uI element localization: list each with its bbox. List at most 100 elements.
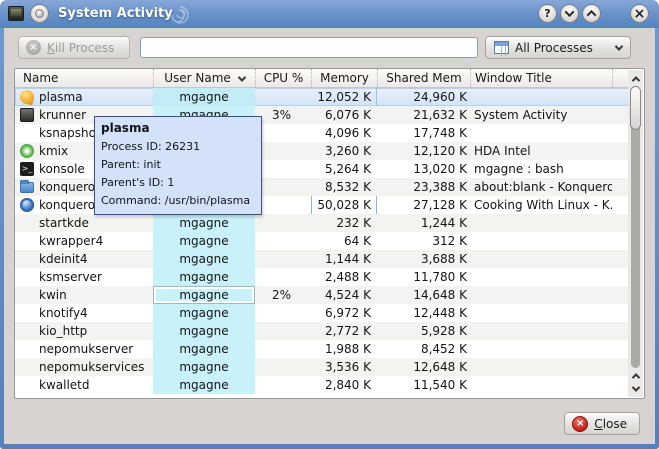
process-name: nepomukservices [39,360,144,374]
process-name-cell: kio_http [15,322,153,340]
chevron-down-icon [631,383,639,391]
scroll-up-button-bottom[interactable] [628,369,643,382]
process-table-icon [494,41,509,54]
table-row[interactable]: nepomukservermgagne1,988 K8,452 K [15,340,629,358]
window-title-cell [470,232,612,250]
close-window-button[interactable]: × [630,4,649,23]
scrollbar-thumb[interactable] [630,86,641,130]
close-button-icon: × [572,416,588,432]
system-activity-window: System Activity ? × × Kill Process All P… [0,0,659,449]
user-name-cell: mgagne [153,268,255,286]
process-name-cell: nepomukservices [15,358,153,376]
memory-cell: 232 K [311,214,377,232]
window-menu-button[interactable] [30,4,49,23]
table-row[interactable]: kwalletdmgagne2,840 K11,540 K [15,376,629,394]
column-header-name[interactable]: Name [15,69,153,87]
table-row[interactable]: ksmservermgagne2,488 K11,780 K [15,268,629,286]
table-row[interactable]: kwrapper4mgagne64 K312 K [15,232,629,250]
column-header-spacer [612,69,629,87]
cpu-cell [255,358,311,376]
cpu-cell: 3% [255,106,311,124]
process-name: krunner [39,108,86,122]
process-name: ksmserver [39,270,102,284]
process-name: plasma [39,90,83,104]
cpu-cell [255,250,311,268]
cpu-cell: 2% [255,286,311,304]
process-name: kmix [39,144,68,158]
column-header-cpu[interactable]: CPU % [255,69,311,87]
column-header-shared-mem[interactable]: Shared Mem [377,69,470,87]
table-row[interactable]: kwinmgagne2%4,524 K14,648 K [15,286,629,304]
memory-cell: 2,772 K [311,322,377,340]
window-title-cell [470,358,612,376]
table-header: Name User Name CPU % Memory Shared Mem W… [15,69,629,88]
column-header-memory[interactable]: Memory [311,69,377,87]
folder-icon [20,182,34,193]
scroll-down-button[interactable] [628,382,643,395]
vertical-scrollbar[interactable] [628,70,643,397]
process-name-cell: startkde [15,214,153,232]
user-name-cell: mgagne [153,340,255,358]
table-row[interactable]: kio_httpmgagne 2,772 K5,928 K [15,322,629,340]
process-name-cell: kdeinit4 [15,250,153,268]
app-icon [8,6,24,21]
titlebar[interactable]: System Activity ? × [0,0,659,28]
process-name: startkde [39,216,89,230]
maximize-button[interactable] [582,4,601,23]
shared-mem-cell: 27,128 K [377,196,470,214]
window-title-cell [470,124,612,142]
table-row[interactable]: kdeinit4mgagne1,144 K3,688 K [15,250,629,268]
window-title-cell: mgagne : bash [470,160,612,178]
window-content: × Kill Process All Processes Name User N… [4,28,655,444]
table-row[interactable]: knotify4mgagne6,972 K12,448 K [15,304,629,322]
tooltip-command: Command: /usr/bin/plasma [101,192,256,210]
user-name-cell: mgagne [153,304,255,322]
memory-cell: 2,840 K [311,376,377,394]
minimize-button[interactable] [560,4,579,23]
kill-process-icon: × [26,40,41,55]
table-row[interactable]: plasmamgagne12,052 K24,960 K [15,88,629,106]
help-button[interactable]: ? [538,4,557,23]
cpu-cell [255,88,311,106]
konqueror-icon [20,198,34,212]
scroll-up-button[interactable] [628,72,643,85]
table-row[interactable]: startkdemgagne232 K1,244 K [15,214,629,232]
window-title-cell: Cooking With Linux - K... [470,196,612,214]
cpu-cell [255,142,311,160]
column-header-user-name[interactable]: User Name [153,69,255,87]
table-row[interactable]: nepomukservicesmgagne3,536 K12,648 K [15,358,629,376]
krunner-icon [20,108,34,122]
chevron-down-icon [615,42,623,50]
close-button-label: Close [594,417,627,431]
window-title-cell: about:blank - Konqueror [470,178,612,196]
kill-process-button[interactable]: × Kill Process [18,36,130,59]
close-button[interactable]: × Close [564,412,640,435]
scrollbar-track[interactable] [631,86,640,368]
process-filter-combo[interactable]: All Processes [485,36,631,59]
window-title-cell [470,376,612,394]
column-header-window-title[interactable]: Window Title [470,69,612,87]
shared-mem-cell: 3,688 K [377,250,470,268]
user-name-cell: mgagne [153,88,255,106]
cpu-cell [255,322,311,340]
tooltip-process-id: Process ID: 26231 [101,138,256,156]
kmix-icon [20,144,34,158]
cpu-cell [255,340,311,358]
shared-mem-cell: 8,452 K [377,340,470,358]
process-name: kdeinit4 [39,252,88,266]
sort-descending-icon [238,73,246,81]
konsole-icon [20,162,34,176]
chevron-up-icon [587,10,597,20]
process-name: nepomukserver [39,342,133,356]
process-name-cell: plasma [15,88,153,106]
memory-cell: 6,076 K [311,106,377,124]
shared-mem-cell: 11,540 K [377,376,470,394]
shared-mem-cell: 312 K [377,232,470,250]
shared-mem-cell: 5,928 K [377,322,470,340]
memory-cell: 12,052 K [311,88,377,106]
filter-input[interactable] [140,37,478,58]
window-title-cell [470,88,612,106]
user-name-cell: mgagne [153,322,255,340]
memory-cell: 5,264 K [311,160,377,178]
process-tooltip: plasma Process ID: 26231 Parent: init Pa… [94,116,262,215]
